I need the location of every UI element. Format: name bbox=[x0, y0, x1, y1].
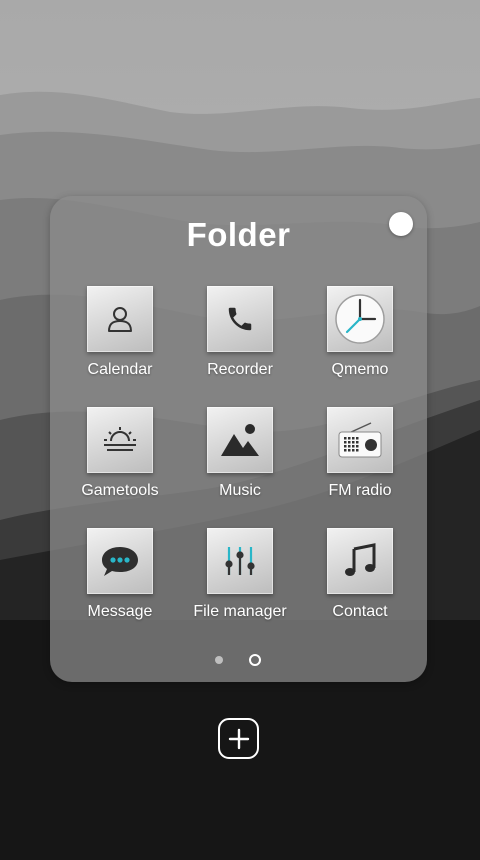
equalizer-sliders-icon bbox=[225, 547, 255, 575]
app-gametools[interactable]: Gametools bbox=[60, 407, 180, 500]
sunrise-icon bbox=[104, 427, 136, 451]
radio-icon bbox=[338, 422, 382, 458]
app-contact[interactable]: Contact bbox=[300, 528, 420, 621]
app-label: Music bbox=[219, 482, 261, 499]
music-note-icon bbox=[345, 543, 376, 576]
app-label: FM radio bbox=[328, 482, 392, 499]
speech-bubble-icon bbox=[102, 547, 138, 576]
landscape-image-icon bbox=[221, 424, 259, 456]
page-indicator bbox=[50, 654, 427, 666]
app-file-manager[interactable]: File manager bbox=[180, 528, 300, 621]
app-label: Contact bbox=[332, 603, 388, 620]
app-recorder[interactable]: Recorder bbox=[180, 286, 300, 379]
app-message[interactable]: Message bbox=[60, 528, 180, 621]
page-dot-1[interactable] bbox=[215, 656, 223, 664]
app-calendar[interactable]: Calendar bbox=[60, 286, 180, 379]
folder-options-dot[interactable] bbox=[389, 212, 413, 236]
folder-panel: Folder Calendar Recorder Qmemo Gametools… bbox=[50, 196, 427, 682]
app-music[interactable]: Music bbox=[180, 407, 300, 500]
recorder-tile[interactable] bbox=[207, 286, 273, 352]
phone-icon bbox=[228, 307, 252, 331]
contact-tile[interactable] bbox=[327, 528, 393, 594]
app-label: File manager bbox=[193, 603, 287, 620]
calendar-tile[interactable] bbox=[87, 286, 153, 352]
gametools-tile[interactable] bbox=[87, 407, 153, 473]
music-tile[interactable] bbox=[207, 407, 273, 473]
plus-icon bbox=[228, 728, 249, 749]
person-icon bbox=[108, 307, 132, 332]
app-label: Recorder bbox=[207, 361, 273, 378]
app-fm-radio[interactable]: FM radio bbox=[300, 407, 420, 500]
app-label: Message bbox=[87, 603, 153, 620]
app-qmemo[interactable]: Qmemo bbox=[300, 286, 420, 379]
app-label: Gametools bbox=[81, 482, 159, 499]
app-label: Qmemo bbox=[331, 361, 389, 378]
page-dot-2-active[interactable] bbox=[249, 654, 261, 666]
message-tile[interactable] bbox=[87, 528, 153, 594]
app-label: Calendar bbox=[87, 361, 153, 378]
qmemo-tile[interactable] bbox=[327, 286, 393, 352]
fm-radio-tile[interactable] bbox=[327, 407, 393, 473]
clock-icon bbox=[335, 294, 385, 344]
add-app-button[interactable] bbox=[218, 718, 259, 759]
folder-title[interactable]: Folder bbox=[50, 216, 427, 254]
file-manager-tile[interactable] bbox=[207, 528, 273, 594]
